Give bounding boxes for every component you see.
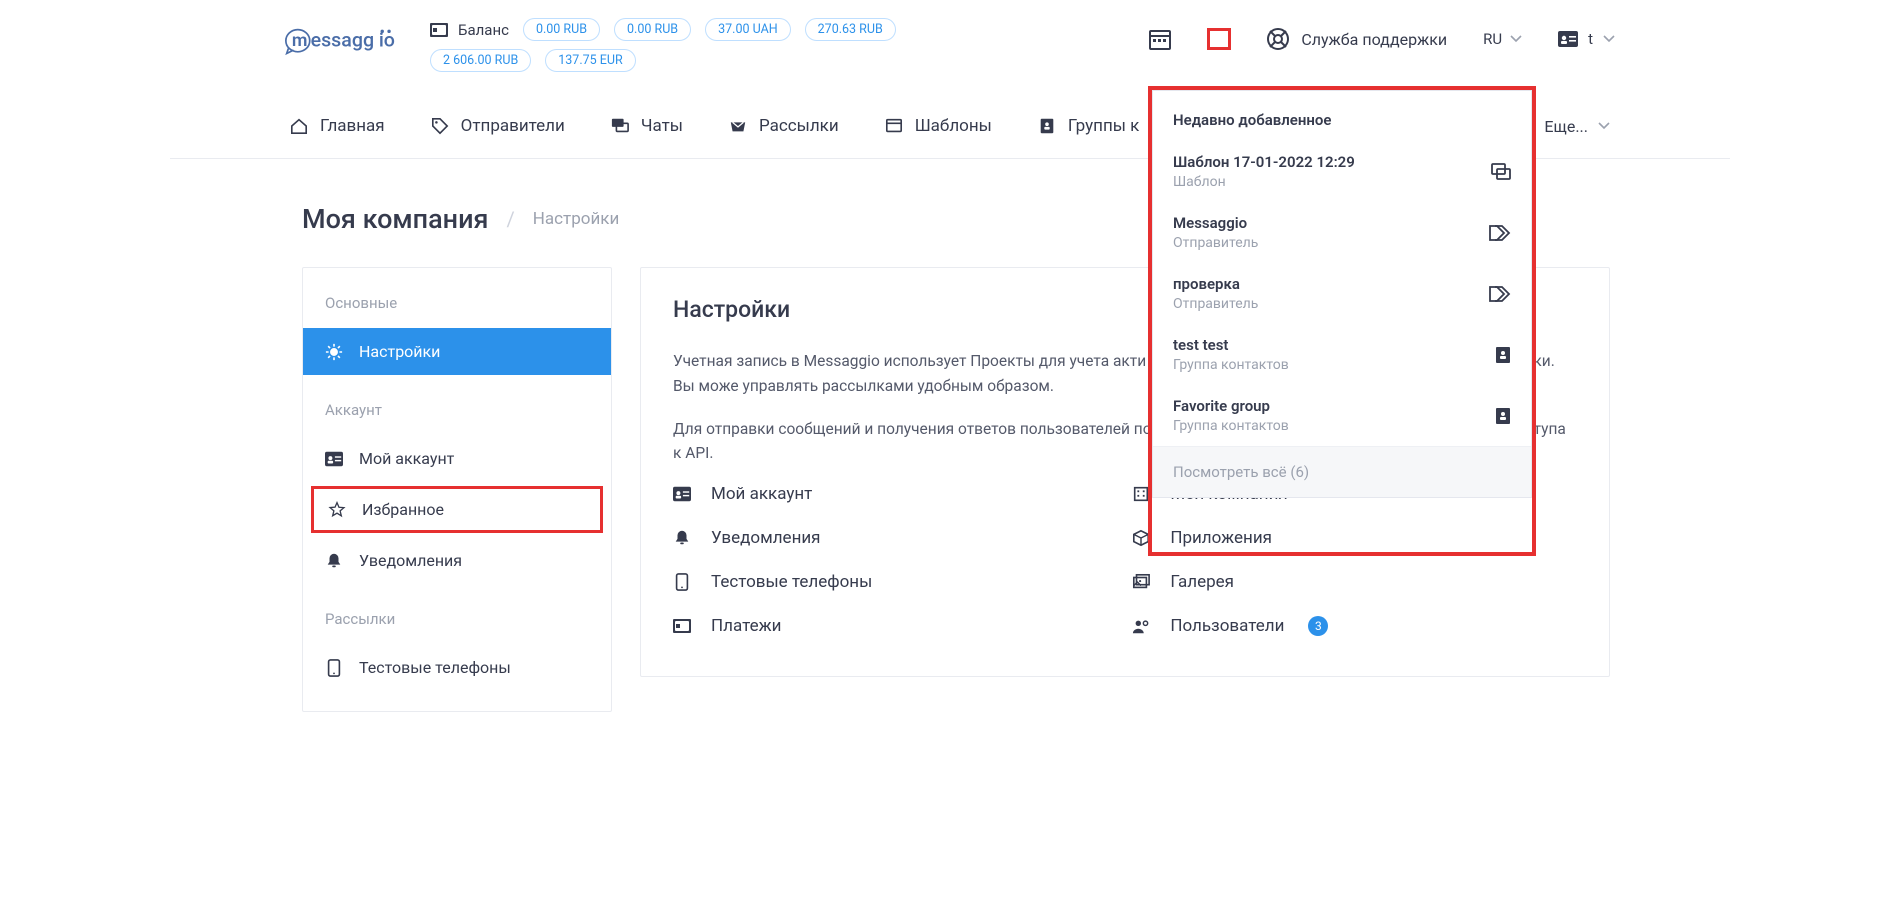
address-book-icon bbox=[1495, 407, 1511, 425]
balance-pill[interactable]: 37.00 UAH bbox=[705, 18, 791, 41]
breadcrumb-sub: Настройки bbox=[533, 209, 620, 229]
link-payments[interactable]: Платежи bbox=[673, 616, 872, 636]
phone-icon bbox=[673, 573, 691, 591]
page-title: Моя компания bbox=[302, 203, 488, 235]
dropdown-item[interactable]: Favorite groupГруппа контактов bbox=[1153, 385, 1531, 446]
logo[interactable]: m essagg io bbox=[170, 18, 430, 60]
chevron-down-icon bbox=[1510, 35, 1522, 43]
users-count-badge: 3 bbox=[1308, 616, 1328, 636]
building-icon bbox=[1132, 485, 1150, 503]
sidebar-item-settings[interactable]: Настройки bbox=[303, 328, 611, 375]
header-right: Служба поддержки RU t bbox=[1149, 28, 1615, 50]
nav-more[interactable]: Еще... bbox=[1544, 117, 1610, 136]
star-outline-icon bbox=[328, 501, 346, 519]
inbox-icon bbox=[729, 117, 747, 135]
dropdown-item[interactable]: test testГруппа контактов bbox=[1153, 324, 1531, 385]
balance-pill[interactable]: 0.00 RUB bbox=[523, 18, 600, 41]
svg-text:essagg: essagg bbox=[311, 29, 375, 52]
address-book-icon bbox=[1495, 346, 1511, 364]
chevron-down-icon bbox=[1598, 122, 1610, 130]
favorites-star-button[interactable] bbox=[1207, 28, 1231, 50]
balance-pill[interactable]: 270.63 RUB bbox=[805, 18, 896, 41]
link-test-phones[interactable]: Тестовые телефоны bbox=[673, 572, 872, 592]
id-card-icon bbox=[673, 485, 691, 503]
bell-icon bbox=[673, 529, 691, 547]
balance-area: Баланс 0.00 RUB 0.00 RUB 37.00 UAH 270.6… bbox=[430, 18, 896, 72]
dropdown-item[interactable]: MessaggioОтправитель bbox=[1153, 202, 1531, 263]
address-book-icon bbox=[1038, 117, 1056, 135]
sidebar-item-test-phones[interactable]: Тестовые телефоны bbox=[303, 644, 611, 691]
nav-templates[interactable]: Шаблоны bbox=[885, 116, 992, 136]
id-card-icon bbox=[325, 450, 343, 468]
link-users[interactable]: Пользователи 3 bbox=[1132, 616, 1328, 636]
sidebar-item-my-account[interactable]: Мой аккаунт bbox=[303, 435, 611, 482]
favorites-dropdown: Недавно добавленное Шаблон 17-01-2022 12… bbox=[1152, 90, 1532, 498]
template-icon bbox=[885, 117, 903, 135]
tag-icon bbox=[431, 117, 449, 135]
lifebuoy-icon bbox=[1267, 28, 1289, 50]
users-icon bbox=[1132, 617, 1150, 635]
dropdown-item[interactable]: проверкаОтправитель bbox=[1153, 263, 1531, 324]
user-menu[interactable]: t bbox=[1558, 30, 1615, 48]
gallery-icon bbox=[1132, 573, 1150, 591]
sidebar-section-mailing: Рассылки bbox=[303, 584, 611, 644]
dropdown-view-all[interactable]: Посмотреть всё (6) bbox=[1153, 446, 1531, 497]
balance-pill[interactable]: 137.75 EUR bbox=[545, 49, 635, 72]
dropdown-item[interactable]: Шаблон 17-01-2022 12:29Шаблон bbox=[1153, 141, 1531, 202]
top-header: m essagg io Баланс 0.00 RUB 0.00 RUB 37.… bbox=[170, 0, 1730, 72]
nav-senders[interactable]: Отправители bbox=[431, 116, 565, 136]
breadcrumb-separator: / bbox=[506, 207, 514, 231]
sidebar-item-favorites[interactable]: Избранное bbox=[311, 486, 603, 533]
calendar-icon[interactable] bbox=[1149, 28, 1171, 50]
gear-icon bbox=[325, 343, 343, 361]
box-icon bbox=[1132, 529, 1150, 547]
svg-text:io: io bbox=[379, 29, 395, 52]
id-card-icon bbox=[1558, 31, 1578, 47]
template-chat-icon bbox=[1491, 163, 1511, 181]
link-my-account[interactable]: Мой аккаунт bbox=[673, 484, 872, 504]
nav-home[interactable]: Главная bbox=[290, 116, 385, 136]
tag-icon bbox=[1489, 225, 1511, 241]
chat-icon bbox=[611, 117, 629, 135]
language-selector[interactable]: RU bbox=[1483, 30, 1522, 48]
chevron-down-icon bbox=[1603, 35, 1615, 43]
wallet-icon bbox=[673, 617, 691, 635]
support-link[interactable]: Служба поддержки bbox=[1267, 28, 1447, 50]
sidebar-item-notifications[interactable]: Уведомления bbox=[303, 537, 611, 584]
balance-label: Баланс bbox=[430, 21, 509, 39]
nav-contact-groups[interactable]: Группы к bbox=[1038, 116, 1139, 136]
sidebar-section-basic: Основные bbox=[303, 268, 611, 328]
nav-mailings[interactable]: Рассылки bbox=[729, 116, 839, 136]
wallet-icon bbox=[430, 23, 448, 37]
balance-pill[interactable]: 2 606.00 RUB bbox=[430, 49, 531, 72]
settings-link-grid: Мой аккаунт Уведомления Тестовые телефон… bbox=[673, 484, 1577, 636]
balance-pill[interactable]: 0.00 RUB bbox=[614, 18, 691, 41]
settings-sidebar: Основные Настройки Аккаунт Мой аккаунт И… bbox=[302, 267, 612, 712]
nav-chats[interactable]: Чаты bbox=[611, 116, 683, 136]
link-notifications[interactable]: Уведомления bbox=[673, 528, 872, 548]
home-icon bbox=[290, 117, 308, 135]
link-gallery[interactable]: Галерея bbox=[1132, 572, 1328, 592]
phone-icon bbox=[325, 659, 343, 677]
svg-text:m: m bbox=[292, 30, 308, 51]
tag-icon bbox=[1489, 286, 1511, 302]
sidebar-section-account: Аккаунт bbox=[303, 375, 611, 435]
bell-icon bbox=[325, 552, 343, 570]
link-applications[interactable]: Приложения bbox=[1132, 528, 1328, 548]
dropdown-title: Недавно добавленное bbox=[1153, 91, 1531, 141]
